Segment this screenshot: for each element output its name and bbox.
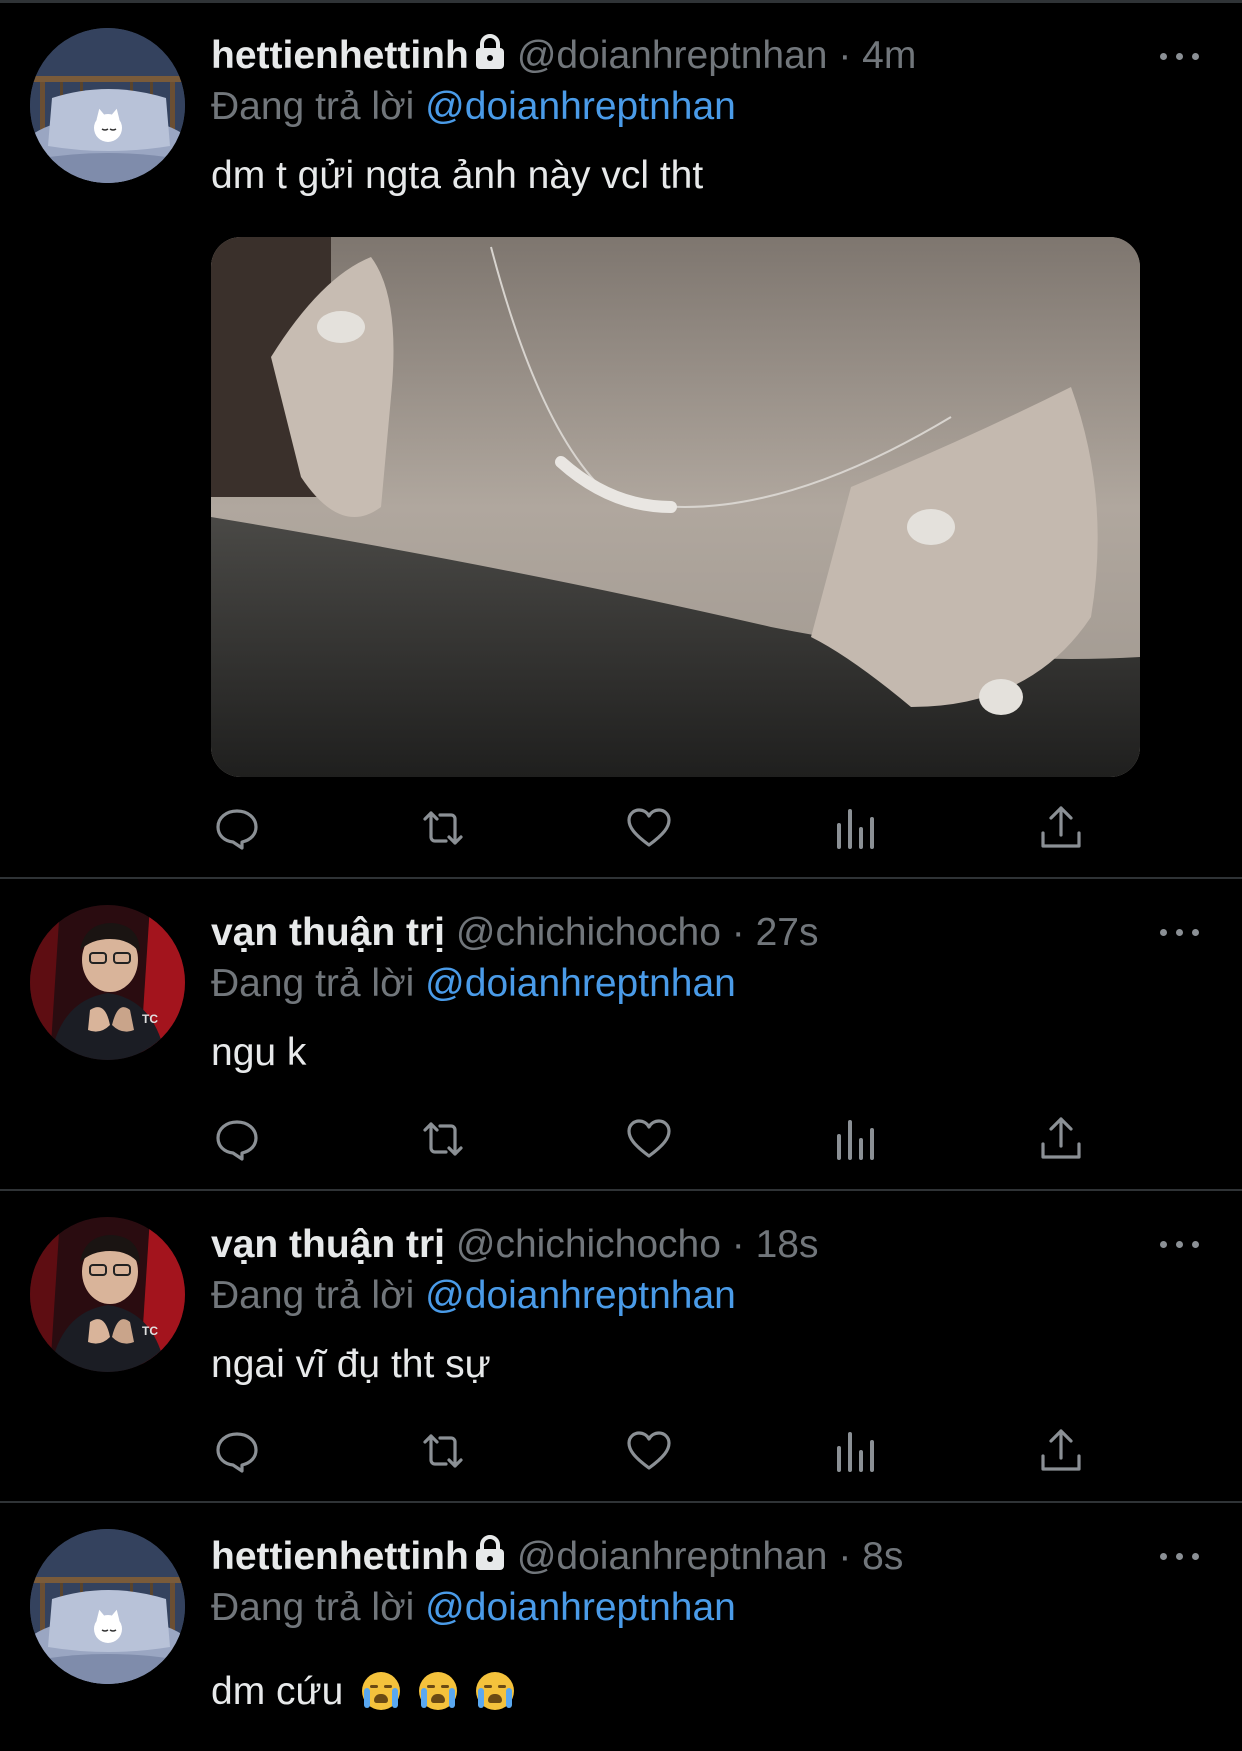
person-avatar-icon: TC	[30, 905, 185, 1060]
tweet-header: vạn thuận trị @chichichocho · 27s	[211, 908, 818, 958]
retweet-icon[interactable]	[418, 1426, 468, 1476]
svg-text:TC: TC	[142, 1012, 158, 1026]
views-icon[interactable]	[830, 1426, 880, 1476]
avatar[interactable]	[30, 28, 185, 183]
views-icon[interactable]	[830, 803, 880, 853]
display-name[interactable]: hettienhettinh	[211, 34, 469, 77]
photo-icon	[211, 237, 1140, 777]
tweet-divider	[0, 1501, 1242, 1503]
reply-mention-link[interactable]: @doianhreptnhan	[425, 1586, 736, 1629]
more-icon[interactable]	[1160, 926, 1200, 938]
replying-to: Đang trả lời @doianhreptnhan	[211, 82, 736, 132]
lock-icon	[473, 33, 507, 84]
tweet-text: ngu k	[211, 1031, 307, 1074]
tweet-divider	[0, 877, 1242, 879]
replying-to: Đang trả lời @doianhreptnhan	[211, 1583, 736, 1633]
sleeping-cat-avatar-icon	[30, 28, 185, 183]
tweet-header: hettienhettinh @doianhreptnhan · 8s	[211, 1532, 903, 1582]
handle-time[interactable]: @doianhreptnhan · 8s	[517, 1535, 904, 1578]
reply-icon[interactable]	[212, 1426, 262, 1476]
share-icon[interactable]	[1036, 1426, 1086, 1476]
reply-mention-link[interactable]: @doianhreptnhan	[425, 1274, 736, 1317]
replying-to-label: Đang trả lời	[211, 1274, 415, 1317]
avatar[interactable]	[30, 1529, 185, 1684]
display-name[interactable]: vạn thuận trị	[211, 911, 445, 954]
like-icon[interactable]	[624, 803, 674, 853]
reply-mention-link[interactable]: @doianhreptnhan	[425, 962, 736, 1005]
svg-text:TC: TC	[142, 1324, 158, 1338]
retweet-icon[interactable]	[418, 1114, 468, 1164]
share-icon[interactable]	[1036, 1114, 1086, 1164]
tweet-media-image[interactable]	[211, 237, 1140, 777]
share-icon[interactable]	[1036, 803, 1086, 853]
loudly-crying-face-icon	[362, 1672, 401, 1710]
avatar[interactable]: TC	[30, 905, 185, 1060]
tweet-actions	[0, 1114, 1242, 1164]
more-icon[interactable]	[1160, 1550, 1200, 1562]
lock-icon	[473, 1534, 507, 1585]
replying-to-label: Đang trả lời	[211, 1586, 415, 1629]
top-divider	[0, 0, 1242, 3]
retweet-icon[interactable]	[418, 803, 468, 853]
tweet-text: dm t gửi ngta ảnh này vcl tht	[211, 154, 704, 197]
tweet-text: dm cứu	[211, 1670, 344, 1713]
handle-time[interactable]: @chichichocho · 18s	[456, 1223, 819, 1266]
tweet-header: vạn thuận trị @chichichocho · 18s	[211, 1220, 818, 1270]
like-icon[interactable]	[624, 1114, 674, 1164]
tweet-actions	[0, 1426, 1242, 1476]
reply-icon[interactable]	[212, 803, 262, 853]
views-icon[interactable]	[830, 1114, 880, 1164]
handle-time[interactable]: @chichichocho · 27s	[456, 911, 819, 954]
more-icon[interactable]	[1160, 50, 1200, 62]
reply-icon[interactable]	[212, 1114, 262, 1164]
more-icon[interactable]	[1160, 1238, 1200, 1250]
replying-to-label: Đang trả lời	[211, 962, 415, 1005]
tweet-text-row: dm cứu	[211, 1667, 514, 1717]
handle-time[interactable]: @doianhreptnhan · 4m	[517, 34, 917, 77]
tweet-text: ngai vĩ đụ tht sự	[211, 1343, 491, 1386]
loudly-crying-face-icon	[475, 1672, 514, 1710]
reply-mention-link[interactable]: @doianhreptnhan	[425, 85, 736, 128]
tweet-header: hettienhettinh @doianhreptnhan · 4m	[211, 31, 916, 81]
like-icon[interactable]	[624, 1426, 674, 1476]
replying-to: Đang trả lời @doianhreptnhan	[211, 959, 736, 1009]
person-avatar-icon: TC	[30, 1217, 185, 1372]
sleeping-cat-avatar-icon	[30, 1529, 185, 1684]
replying-to-label: Đang trả lời	[211, 85, 415, 128]
loudly-crying-face-icon	[419, 1672, 457, 1710]
display-name[interactable]: vạn thuận trị	[211, 1223, 445, 1266]
avatar[interactable]: TC	[30, 1217, 185, 1372]
tweet-divider	[0, 1189, 1242, 1191]
replying-to: Đang trả lời @doianhreptnhan	[211, 1271, 736, 1321]
display-name[interactable]: hettienhettinh	[211, 1535, 469, 1578]
tweet-actions	[0, 803, 1242, 853]
